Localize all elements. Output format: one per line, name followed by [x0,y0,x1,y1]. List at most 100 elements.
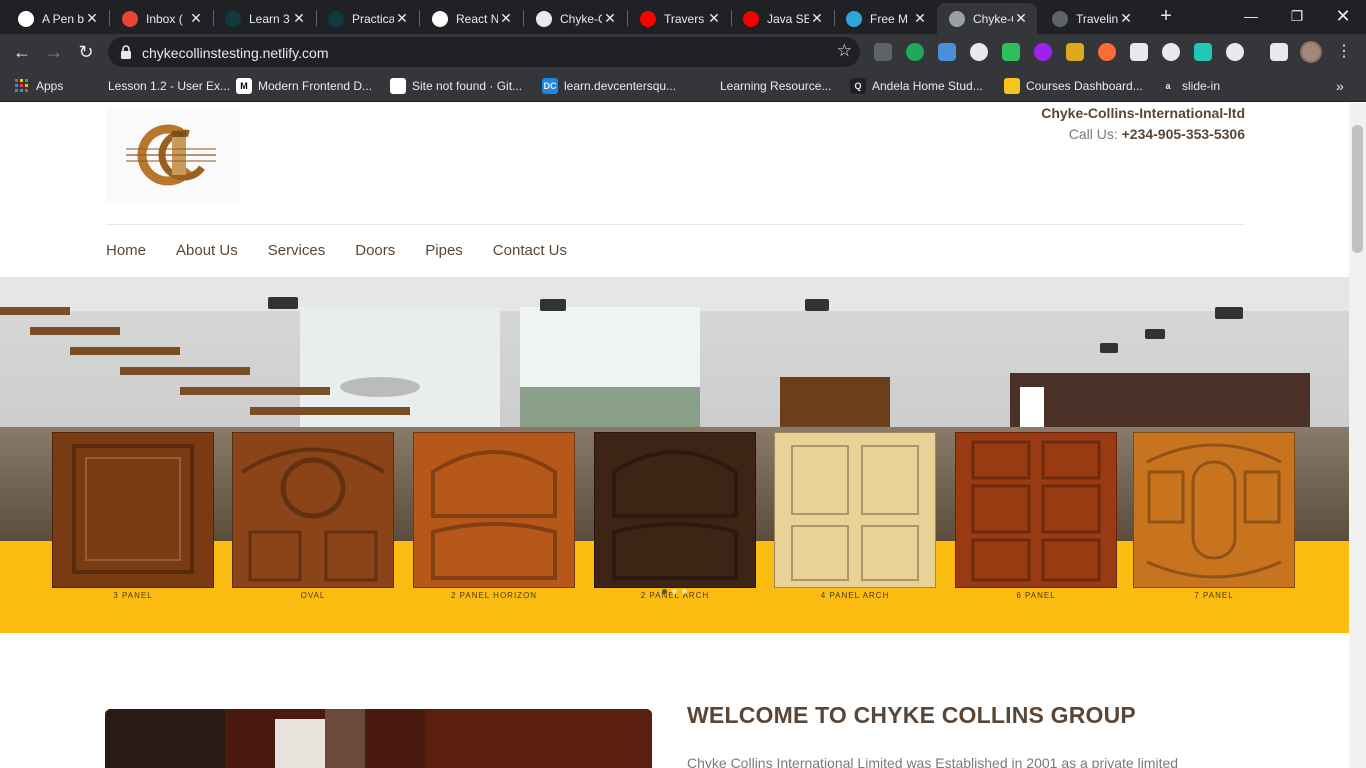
shield-icon[interactable] [1002,43,1020,61]
bookmark-item[interactable]: Learning Resource... [698,76,831,96]
box-icon[interactable] [1130,43,1148,61]
nav-pipes[interactable]: Pipes [425,242,463,259]
minimize-icon[interactable]: — [1228,0,1274,32]
door-image[interactable] [1132,431,1296,589]
bookmark-label: Lesson 1.2 - User Ex... [108,79,231,93]
bookmark-item[interactable]: Apps [14,76,63,96]
door-label: OVAL [300,591,326,600]
nav-contact-us[interactable]: Contact Us [493,242,567,259]
menu-kebab-icon[interactable]: ⋮ [1336,40,1352,64]
door-image[interactable] [954,431,1118,589]
close-tab-icon[interactable]: ✕ [84,10,100,27]
close-tab-icon[interactable]: ✕ [394,10,410,27]
bookmark-item[interactable]: Site not found · Git... [390,76,522,96]
target-icon[interactable] [1226,43,1244,61]
close-tab-icon[interactable]: ✕ [912,10,928,27]
browser-tab[interactable]: Inbox ( ✕ [110,3,212,34]
scrollbar-thumb[interactable] [1352,125,1363,253]
door-image[interactable] [773,431,937,589]
bookmark-item[interactable]: Q Andela Home Stud... [850,76,983,96]
close-tab-icon[interactable]: ✕ [1013,10,1029,27]
trello-icon[interactable] [1162,43,1180,61]
browser-tab[interactable]: Chyke-C✕ [524,3,626,34]
myreader-icon[interactable] [906,43,924,61]
colorpick-icon[interactable] [1066,43,1084,61]
close-window-icon[interactable]: ✕ [1320,0,1366,32]
nav-services[interactable]: Services [268,242,326,259]
netlify-icon [846,10,862,27]
reload-icon[interactable]: ↻ [74,40,98,64]
github-icon[interactable] [1034,43,1052,61]
door-label: 6 PANEL [1016,591,1056,600]
bookmark-label: Learning Resource... [720,79,832,93]
close-tab-icon[interactable]: ✕ [602,10,618,27]
extension-icon[interactable] [874,43,892,61]
bookmark-item[interactable]: a slide-in [1160,76,1220,96]
youtube-icon [640,10,656,27]
door-image[interactable] [412,431,576,589]
door-image[interactable] [231,431,395,589]
bookmark-label: Site not found · Git... [412,79,523,93]
browser-tab[interactable]: Chyke-C✕ [937,3,1037,34]
bookmark-label: Andela Home Stud... [872,79,983,93]
plane-icon[interactable] [938,43,956,61]
browser-tab[interactable]: Travelin ✕ [1040,3,1142,34]
andela-icon: Q [850,78,866,94]
door-label: 7 PANEL [1194,591,1234,600]
close-tab-icon[interactable]: ✕ [809,10,825,27]
profile-avatar[interactable] [1300,41,1322,63]
github-icon [536,10,552,27]
bookmark-item[interactable]: Lesson 1.2 - User Ex... [86,76,230,96]
tab-title: Java SE [767,11,809,26]
slider-dot[interactable] [672,589,677,594]
back-icon[interactable]: ← [10,40,34,64]
page-scrollbar[interactable] [1349,103,1366,768]
bookmark-item[interactable]: Courses Dashboard... [1004,76,1143,96]
browser-tab[interactable]: A Pen b ✕ [6,3,108,34]
browser-tab[interactable]: Practica ✕ [316,3,418,34]
m-icon[interactable] [1194,43,1212,61]
bookmark-label: learn.devcentersqu... [564,79,677,93]
gmail-icon [122,10,138,27]
close-tab-icon[interactable]: ✕ [1118,10,1134,27]
close-tab-icon[interactable]: ✕ [706,10,722,27]
lesson-icon [86,78,102,94]
globe-icon [1052,10,1068,27]
codepen-icon [18,10,34,27]
browser-toolbar: ← → ↻ chykecollinstesting.netlify.com ☆ … [0,34,1366,70]
close-tab-icon[interactable]: ✕ [188,10,204,27]
new-tab-button[interactable]: + [1156,6,1176,26]
tab-title: A Pen b [42,11,84,26]
nav-home[interactable]: Home [106,242,146,259]
forward-icon[interactable]: → [42,40,66,64]
slider-dot[interactable] [682,589,687,594]
door-image[interactable] [593,431,757,589]
door-label: 2 PANEL HORIZON [450,591,538,600]
tab-title: Chyke-C [973,11,1013,26]
door-image[interactable] [51,431,215,589]
react-devtools-icon[interactable] [970,43,988,61]
bookmark-item[interactable]: M Modern Frontend D... [236,76,372,96]
hero-slider[interactable]: 3 PANEL OVAL 2 PANEL HORIZON 2 PANEL ARCH 4 … [0,277,1349,633]
slider-dot[interactable] [662,589,667,594]
nav-about-us[interactable]: About Us [176,242,238,259]
close-tab-icon[interactable]: ✕ [291,10,307,27]
nav-doors[interactable]: Doors [355,242,395,259]
playlist-icon[interactable] [1270,43,1288,61]
browser-tab[interactable]: React N ✕ [420,3,522,34]
browser-tab[interactable]: Travers ✕ [628,3,730,34]
bookmarks-overflow-icon[interactable]: » [1336,76,1344,96]
address-bar[interactable]: chykecollinstesting.netlify.com ☆ [108,37,860,67]
company-logo[interactable] [106,107,240,203]
restore-icon[interactable]: ❐ [1274,0,1320,32]
browser-tab[interactable]: Learn 3 ✕ [213,3,315,34]
bookmark-star-icon[interactable]: ☆ [837,41,852,61]
browser-tab[interactable]: Java SE ✕ [731,3,833,34]
close-tab-icon[interactable]: ✕ [498,10,514,27]
tab-title: Inbox ( [146,11,183,26]
zoom-icon[interactable] [1098,43,1116,61]
bookmark-item[interactable]: DC learn.devcentersqu... [542,76,676,96]
company-name: Chyke-Collins-International-ltd [1041,105,1245,121]
browser-tab[interactable]: Free M ✕ [834,3,936,34]
phone-number[interactable]: +234-905-353-5306 [1122,126,1245,142]
